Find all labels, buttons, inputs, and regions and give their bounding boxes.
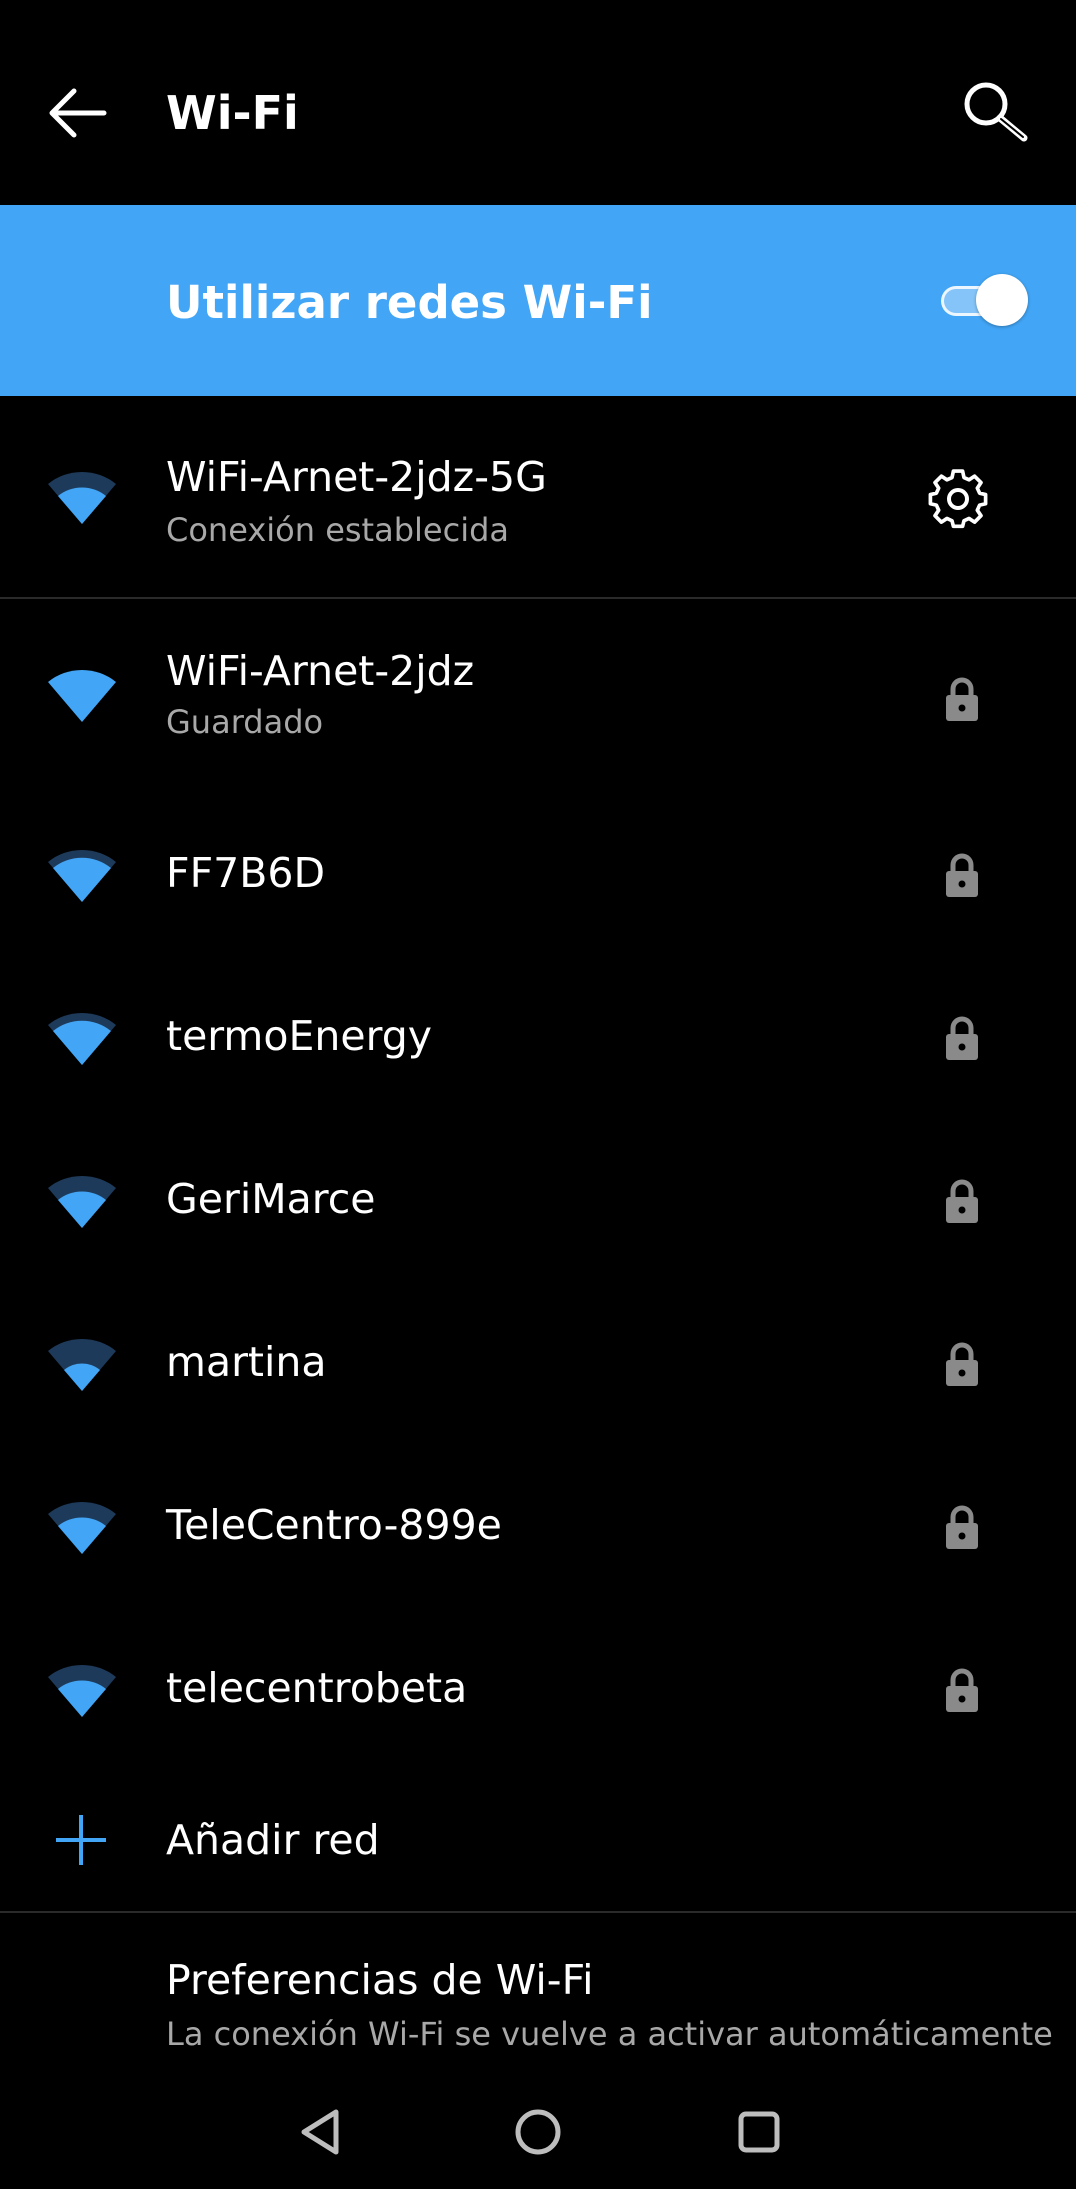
page-title: Wi-Fi bbox=[166, 86, 299, 140]
network-row-connected[interactable]: WiFi-Arnet-2jdz-5G Conexión establecida bbox=[0, 396, 1076, 598]
network-name: WiFi-Arnet-2jdz-5G bbox=[166, 453, 547, 501]
wifi-signal-icon bbox=[48, 471, 116, 524]
wifi-master-toggle-row[interactable]: Utilizar redes Wi-Fi bbox=[0, 205, 1076, 396]
wifi-signal-icon bbox=[48, 1664, 116, 1717]
switch-thumb bbox=[976, 274, 1028, 326]
network-name: martina bbox=[166, 1338, 327, 1386]
network-row[interactable]: martina bbox=[0, 1281, 1076, 1444]
network-row[interactable]: GeriMarce bbox=[0, 1118, 1076, 1281]
lock-icon bbox=[946, 677, 978, 721]
lock-icon bbox=[946, 853, 978, 897]
divider bbox=[0, 597, 1076, 599]
network-name: FF7B6D bbox=[166, 849, 326, 897]
network-row[interactable]: telecentrobeta bbox=[0, 1607, 1076, 1770]
app-bar: Wi-Fi bbox=[0, 0, 1076, 205]
network-name: WiFi-Arnet-2jdz bbox=[166, 647, 475, 695]
wifi-signal-icon bbox=[48, 1501, 116, 1554]
wifi-preferences-row[interactable]: Preferencias de Wi-Fi La conexión Wi-Fi … bbox=[0, 1913, 1076, 2063]
add-network-row[interactable]: Añadir red bbox=[0, 1770, 1076, 1910]
network-status: Guardado bbox=[166, 703, 324, 741]
gear-icon[interactable] bbox=[926, 467, 990, 531]
network-row[interactable]: WiFi-Arnet-2jdz Guardado bbox=[0, 600, 1076, 792]
preferences-title: Preferencias de Wi-Fi bbox=[166, 1956, 594, 2004]
nav-home-icon[interactable] bbox=[508, 2102, 568, 2162]
wifi-signal-icon bbox=[48, 1012, 116, 1065]
network-name: TeleCentro-899e bbox=[166, 1501, 502, 1549]
preferences-subtitle: La conexión Wi-Fi se vuelve a activar au… bbox=[166, 2015, 1053, 2053]
add-network-label: Añadir red bbox=[166, 1816, 380, 1864]
wifi-signal-icon bbox=[48, 1175, 116, 1228]
arrow-back-icon[interactable] bbox=[40, 78, 120, 148]
network-name: termoEnergy bbox=[166, 1012, 432, 1060]
wifi-signal-icon bbox=[48, 669, 116, 722]
wifi-signal-icon bbox=[48, 849, 116, 902]
network-name: GeriMarce bbox=[166, 1175, 376, 1223]
search-icon[interactable] bbox=[960, 78, 1032, 150]
network-row[interactable]: termoEnergy bbox=[0, 955, 1076, 1118]
system-nav-bar bbox=[0, 2080, 1076, 2189]
network-status: Conexión establecida bbox=[166, 511, 509, 549]
wifi-toggle-switch[interactable] bbox=[938, 274, 1028, 326]
wifi-signal-icon bbox=[48, 1338, 116, 1391]
nav-recents-icon[interactable] bbox=[729, 2102, 789, 2162]
wifi-master-label: Utilizar redes Wi-Fi bbox=[166, 276, 653, 329]
lock-icon bbox=[946, 1505, 978, 1549]
lock-icon bbox=[946, 1016, 978, 1060]
network-row[interactable]: FF7B6D bbox=[0, 792, 1076, 955]
lock-icon bbox=[946, 1668, 978, 1712]
lock-icon bbox=[946, 1179, 978, 1223]
network-row[interactable]: TeleCentro-899e bbox=[0, 1444, 1076, 1607]
lock-icon bbox=[946, 1342, 978, 1386]
plus-icon bbox=[56, 1815, 106, 1865]
nav-back-icon[interactable] bbox=[290, 2102, 350, 2162]
network-name: telecentrobeta bbox=[166, 1664, 468, 1712]
